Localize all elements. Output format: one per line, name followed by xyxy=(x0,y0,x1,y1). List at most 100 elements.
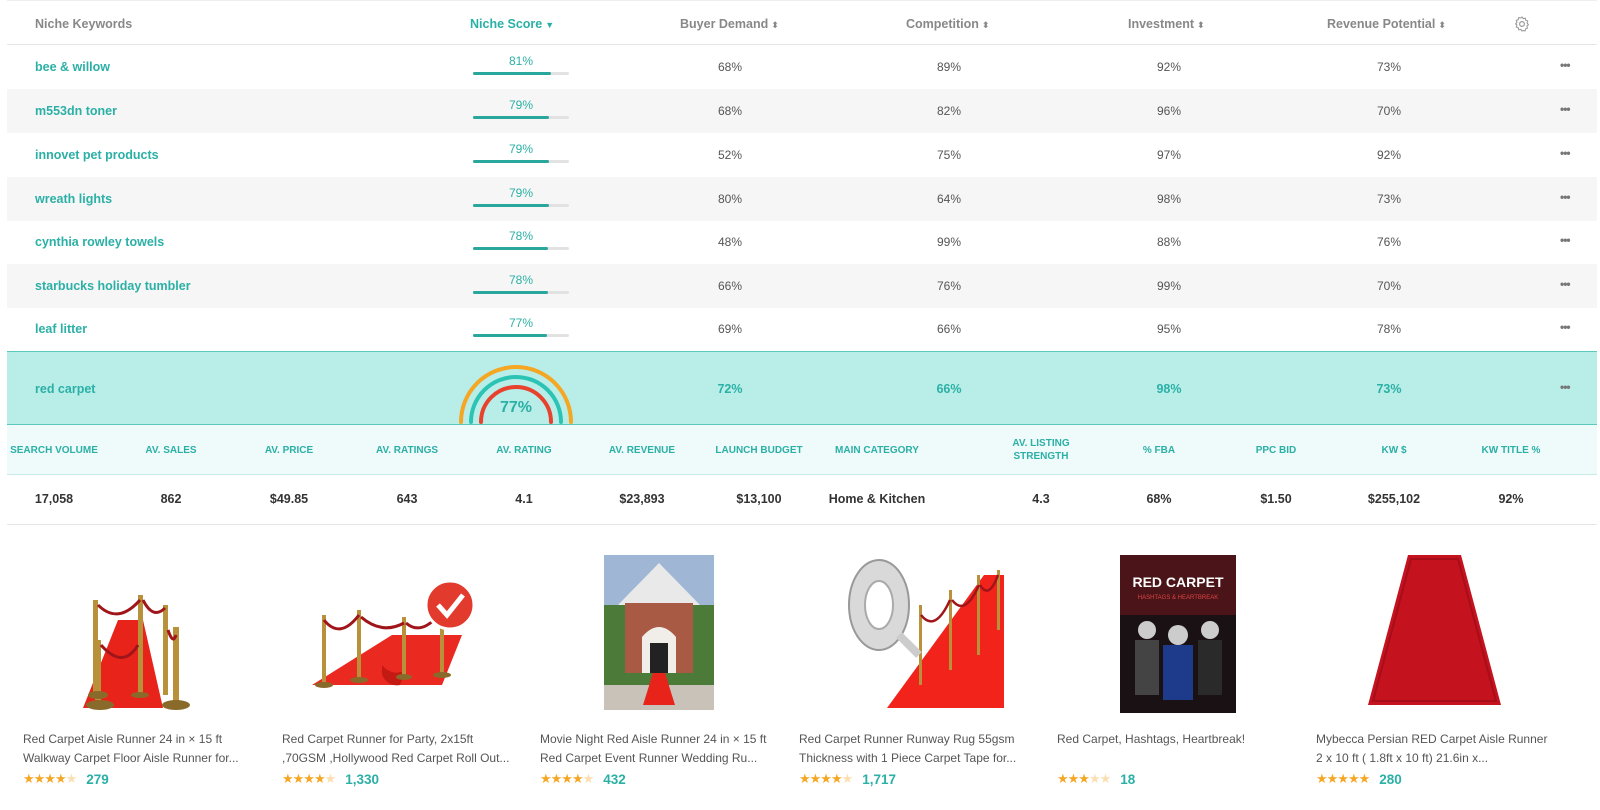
niche-score-bar-fill xyxy=(473,247,548,250)
niche-score-bar xyxy=(473,204,569,207)
buyer-demand-value: 69% xyxy=(717,322,743,336)
niche-score-value: 78% xyxy=(508,229,534,243)
keyword-link[interactable]: starbucks holiday tumbler xyxy=(35,264,191,308)
more-options-icon[interactable]: ••• xyxy=(1560,45,1571,85)
buyer-demand-value: 80% xyxy=(717,192,743,206)
col-niche-score[interactable]: Niche Score ▼ xyxy=(470,1,554,46)
keyword-link[interactable]: leaf litter xyxy=(35,307,87,351)
review-count[interactable]: 18 xyxy=(1120,772,1135,787)
product-rating: ★★★★★ 432 xyxy=(540,770,626,788)
metric-label: PPC BID xyxy=(1255,444,1297,456)
persian-red-carpet-image[interactable] xyxy=(1316,545,1556,715)
col-revenue-potential-label: Revenue Potential xyxy=(1327,17,1436,31)
star-rating-icon: ★★★★★ xyxy=(23,771,77,786)
niche-score-value: 79% xyxy=(508,186,534,200)
product-title[interactable]: Red Carpet Runner for Party, 2x15ft ,70G… xyxy=(282,730,514,768)
niche-score-bar-fill xyxy=(473,291,548,294)
product-card[interactable]: RED CARPET HASHTAGS & HEARTBREAK Red Car… xyxy=(1057,545,1297,795)
review-count[interactable]: 1,330 xyxy=(345,772,379,787)
product-title[interactable]: Red Carpet, Hashtags, Heartbreak! xyxy=(1057,730,1289,768)
table-row[interactable]: bee & willow 81% 68% 89% 92% 73% ••• xyxy=(7,45,1597,89)
more-options-icon[interactable]: ••• xyxy=(1560,220,1571,260)
product-card[interactable]: Red Carpet Runner for Party, 2x15ft ,70G… xyxy=(282,545,522,795)
niche-score-bar-fill xyxy=(473,72,551,75)
buyer-demand-value: 48% xyxy=(717,235,743,249)
col-competition[interactable]: Competition ⬍ xyxy=(906,1,989,46)
red-carpet-runner-badge-image[interactable] xyxy=(282,545,522,715)
sort-icon: ⬍ xyxy=(981,20,990,30)
sort-icon: ⬍ xyxy=(771,20,779,30)
revenue-value: 73% xyxy=(1376,382,1402,396)
keyword-link[interactable]: bee & willow xyxy=(35,45,110,89)
competition-value: 76% xyxy=(936,279,962,293)
investment-value: 96% xyxy=(1156,104,1182,118)
niche-score-value: 79% xyxy=(508,98,534,112)
red-carpet-stanchions-image[interactable] xyxy=(23,545,263,715)
investment-value: 98% xyxy=(1156,192,1182,206)
review-count[interactable]: 1,717 xyxy=(862,772,896,787)
star-rating-icon: ★★★★★ xyxy=(1316,771,1370,786)
buyer-demand-value: 68% xyxy=(717,104,743,118)
product-rating: ★★★★★ 18 xyxy=(1057,770,1135,788)
niche-score-bar-fill xyxy=(473,160,549,163)
more-options-icon[interactable]: ••• xyxy=(1560,307,1571,347)
table-row-selected[interactable]: red carpet 77% 72% 66% 98% 73% ••• xyxy=(7,351,1597,425)
niche-score-bar xyxy=(473,72,569,75)
more-options-icon[interactable]: ••• xyxy=(1560,264,1571,304)
product-title[interactable]: Red Carpet Aisle Runner 24 in × 15 ft Wa… xyxy=(23,730,255,768)
revenue-value: 70% xyxy=(1376,279,1402,293)
product-card[interactable]: Red Carpet Aisle Runner 24 in × 15 ft Wa… xyxy=(23,545,263,795)
keyword-link[interactable]: innovet pet products xyxy=(35,133,159,177)
niche-score-value: 77% xyxy=(508,316,534,330)
star-rating-icon: ★★★★★ xyxy=(540,771,594,786)
more-options-icon[interactable]: ••• xyxy=(1560,133,1571,173)
revenue-value: 78% xyxy=(1376,322,1402,336)
keyword-link[interactable]: wreath lights xyxy=(35,177,112,221)
red-carpet-tape-image[interactable] xyxy=(799,545,1039,715)
table-row[interactable]: leaf litter 77% 69% 66% 95% 78% ••• xyxy=(7,307,1597,351)
review-count[interactable]: 432 xyxy=(603,772,626,787)
house-entrance-red-carpet-image[interactable] xyxy=(540,545,780,715)
col-revenue-potential[interactable]: Revenue Potential ⬍ xyxy=(1327,1,1446,46)
table-row[interactable]: innovet pet products 79% 52% 75% 97% 92%… xyxy=(7,133,1597,177)
table-row[interactable]: cynthia rowley towels 78% 48% 99% 88% 76… xyxy=(7,220,1597,264)
col-buyer-demand-label: Buyer Demand xyxy=(680,17,769,31)
buyer-demand-value: 52% xyxy=(717,148,743,162)
more-options-icon[interactable]: ••• xyxy=(1560,177,1571,217)
table-row[interactable]: m553dn toner 79% 68% 82% 96% 70% ••• xyxy=(7,89,1597,133)
product-card[interactable]: Movie Night Red Aisle Runner 24 in × 15 … xyxy=(540,545,780,795)
movie-poster-image[interactable]: RED CARPET HASHTAGS & HEARTBREAK xyxy=(1057,545,1297,715)
niche-score-bar xyxy=(473,160,569,163)
keyword-link[interactable]: m553dn toner xyxy=(35,89,117,133)
table-row[interactable]: starbucks holiday tumbler 78% 66% 76% 99… xyxy=(7,264,1597,308)
niche-score-cell: 77% xyxy=(473,316,569,337)
product-card[interactable]: Red Carpet Runner Runway Rug 55gsm Thick… xyxy=(799,545,1039,795)
product-title[interactable]: Mybecca Persian RED Carpet Aisle Runner … xyxy=(1316,730,1548,768)
niche-score-bar xyxy=(473,334,569,337)
investment-value: 88% xyxy=(1156,235,1182,249)
niche-score-gauge: 77% xyxy=(456,359,576,425)
buyer-demand-value: 68% xyxy=(717,60,743,74)
col-niche-keywords[interactable]: Niche Keywords xyxy=(35,1,132,46)
keyword-link[interactable]: red carpet xyxy=(35,352,95,426)
sort-icon: ⬍ xyxy=(1438,20,1446,30)
gear-icon[interactable] xyxy=(1513,15,1531,33)
product-title[interactable]: Movie Night Red Aisle Runner 24 in × 15 … xyxy=(540,730,772,768)
review-count[interactable]: 280 xyxy=(1379,772,1402,787)
metric-label: KW $ xyxy=(1381,444,1407,456)
col-buyer-demand[interactable]: Buyer Demand ⬍ xyxy=(680,1,779,46)
review-count[interactable]: 279 xyxy=(86,772,109,787)
product-card[interactable]: Mybecca Persian RED Carpet Aisle Runner … xyxy=(1316,545,1556,795)
metric-value: Home & Kitchen xyxy=(828,492,926,506)
metric-label: AV. PRICE xyxy=(264,444,314,456)
more-options-icon[interactable]: ••• xyxy=(1560,89,1571,129)
col-niche-score-label: Niche Score xyxy=(470,17,543,31)
product-title[interactable]: Red Carpet Runner Runway Rug 55gsm Thick… xyxy=(799,730,1031,768)
investment-value: 97% xyxy=(1156,148,1182,162)
col-investment[interactable]: Investment ⬍ xyxy=(1128,1,1205,46)
table-row[interactable]: wreath lights 79% 80% 64% 98% 73% ••• xyxy=(7,177,1597,221)
star-rating-icon: ★★★★★ xyxy=(799,771,853,786)
more-options-icon[interactable]: ••• xyxy=(1560,352,1571,422)
keyword-link[interactable]: cynthia rowley towels xyxy=(35,220,164,264)
niche-score-bar-fill xyxy=(473,334,547,337)
